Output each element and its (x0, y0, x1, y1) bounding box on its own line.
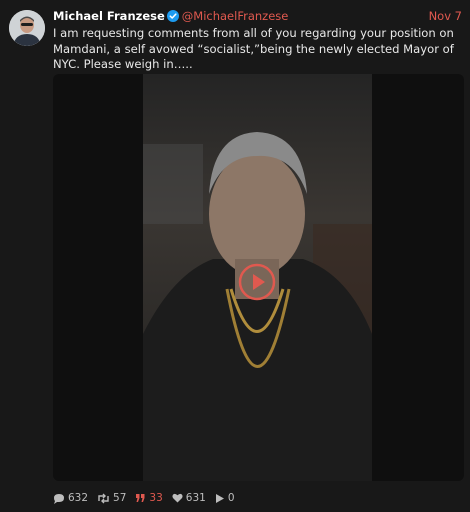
quote-icon (136, 494, 145, 502)
like-icon (172, 493, 183, 503)
views-count: 0 (227, 492, 235, 504)
quote-button[interactable]: 33 (135, 490, 163, 506)
repost-button[interactable]: 57 (97, 490, 126, 506)
repost-icon (98, 493, 109, 503)
repost-count: 57 (113, 492, 127, 504)
quote-count: 33 (149, 492, 163, 504)
like-count: 631 (185, 492, 206, 504)
like-button[interactable]: 631 (172, 490, 206, 506)
author-name[interactable]: Michael Franzese (53, 9, 165, 23)
play-icon (238, 263, 276, 301)
play-button[interactable] (238, 263, 276, 301)
post-header: Michael Franzese @MichaelFranzese Nov 7 (53, 8, 462, 24)
avatar[interactable] (9, 10, 45, 46)
post-card[interactable]: Michael Franzese @MichaelFranzese Nov 7 I… (0, 0, 470, 512)
post-date[interactable]: Nov 7 (429, 8, 462, 24)
views-button[interactable]: 0 (215, 490, 235, 506)
reply-button[interactable]: 632 (53, 490, 88, 506)
video-player[interactable] (53, 74, 464, 481)
post-text: I am requesting comments from all of you… (53, 26, 454, 71)
reply-count: 632 (68, 492, 89, 504)
views-icon (215, 493, 224, 503)
post-actions: 632 57 33 631 0 (53, 490, 244, 506)
verified-badge-icon (166, 10, 179, 22)
author-handle[interactable]: @MichaelFranzese (182, 9, 289, 23)
reply-icon (54, 493, 64, 504)
